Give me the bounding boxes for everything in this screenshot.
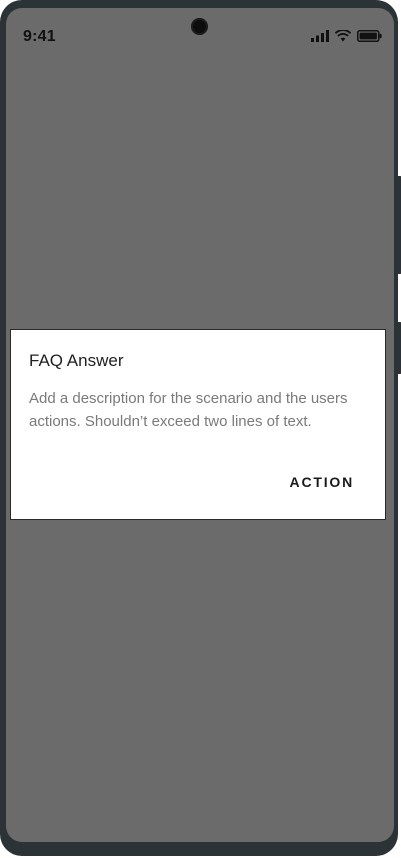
status-bar: 9:41 xyxy=(6,8,394,52)
faq-dialog: FAQ Answer Add a description for the sce… xyxy=(10,329,386,520)
wifi-icon xyxy=(335,30,351,42)
dialog-body: Add a description for the scenario and t… xyxy=(29,390,348,430)
dialog-title: FAQ Answer xyxy=(29,351,124,370)
status-time: 9:41 xyxy=(23,28,56,45)
battery-icon xyxy=(357,30,382,42)
front-camera xyxy=(191,18,208,35)
signal-icon xyxy=(311,30,329,42)
frame-seam xyxy=(142,0,147,8)
status-icons xyxy=(311,29,382,43)
phone-frame: 9:41 FAQ Answer Add a description for th… xyxy=(0,0,401,856)
action-button[interactable]: ACTION xyxy=(290,474,354,490)
